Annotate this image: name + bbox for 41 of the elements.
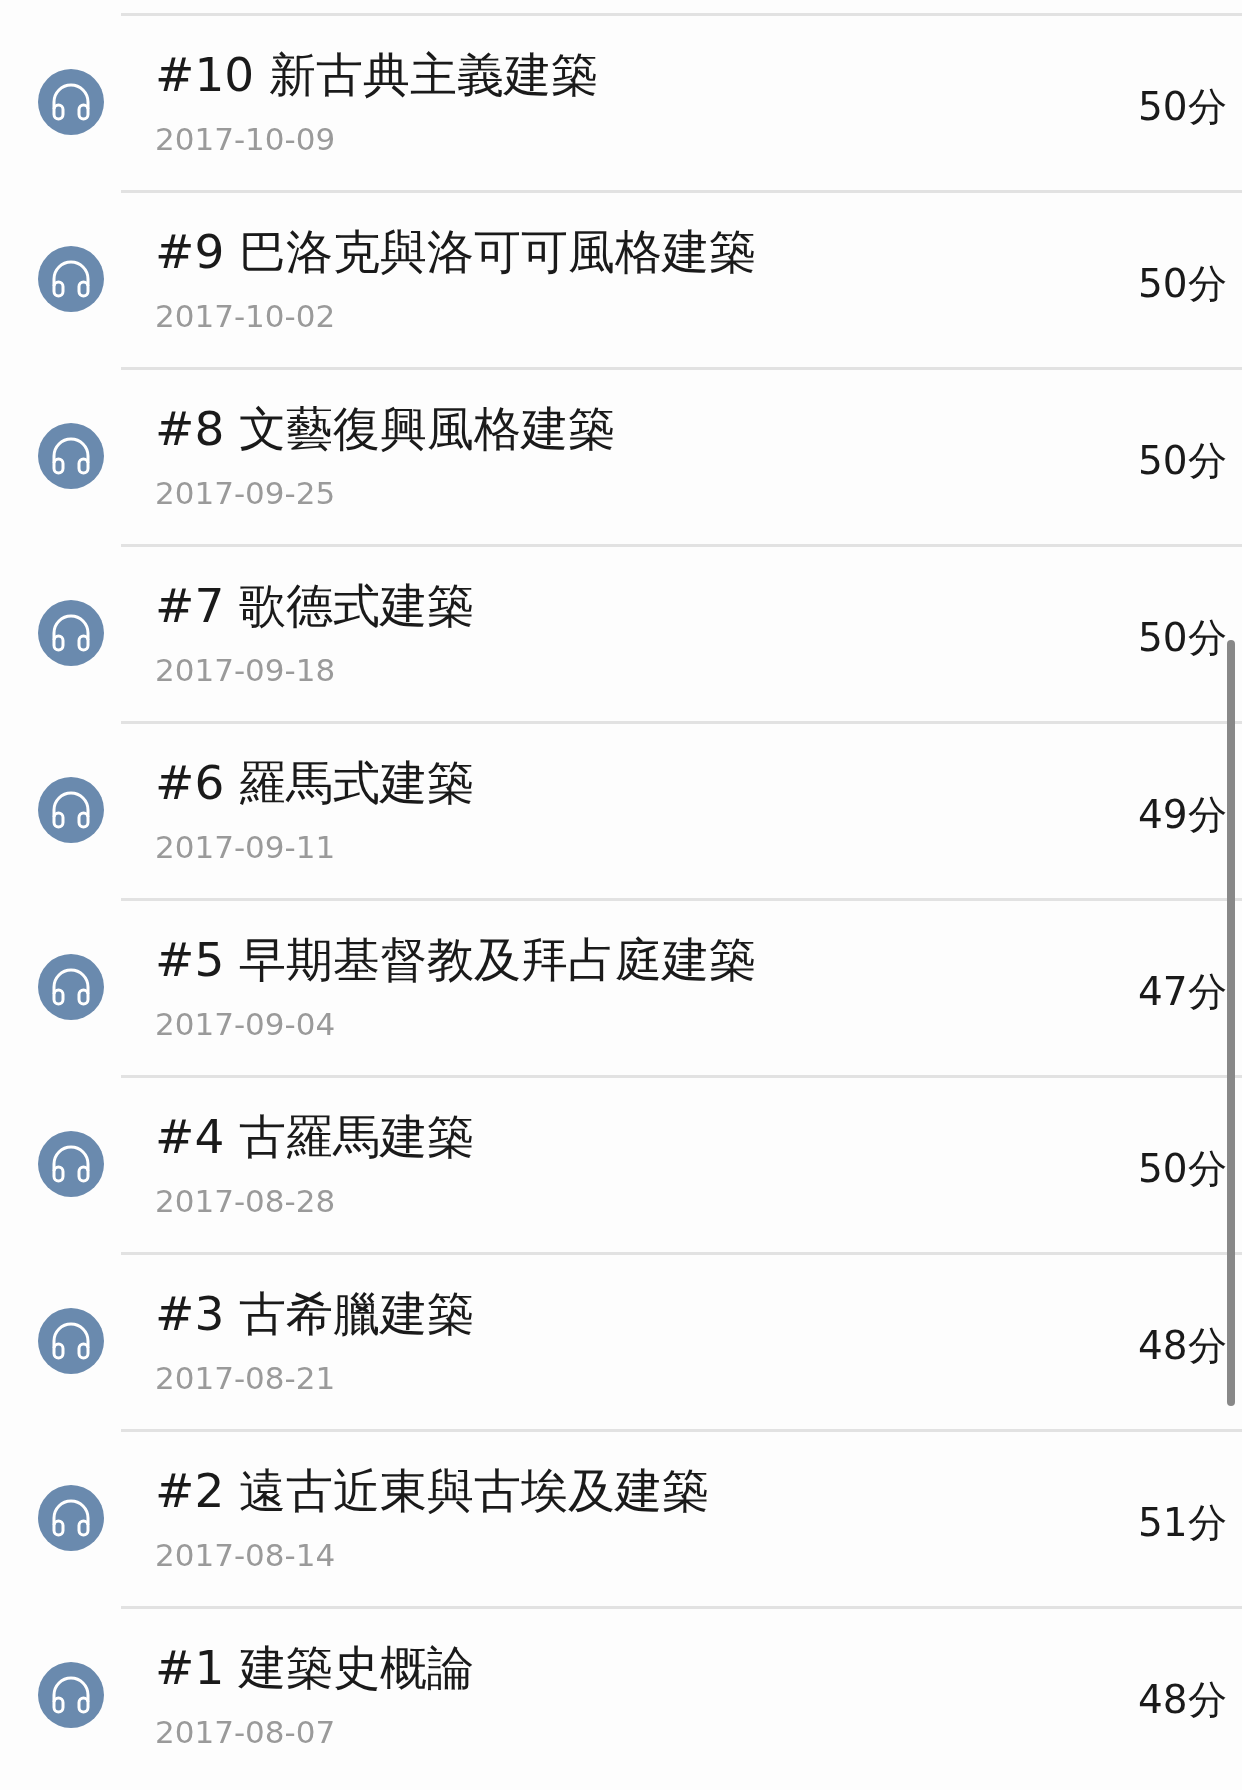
episode-date: 2017-08-14 xyxy=(155,1536,337,1574)
episode-duration: 48分 xyxy=(1138,1677,1227,1722)
episode-title: #6 羅馬式建築 xyxy=(155,754,476,812)
episode-date: 2017-08-21 xyxy=(155,1359,337,1397)
episode-title: #10 新古典主義建築 xyxy=(155,46,600,104)
episode-duration: 50分 xyxy=(1138,1146,1227,1191)
headphones-icon xyxy=(38,1307,104,1374)
episode-duration: 50分 xyxy=(1138,615,1227,660)
headphones-icon xyxy=(38,953,104,1020)
episode-duration: 50分 xyxy=(1138,438,1227,483)
episode-duration: 49分 xyxy=(1138,792,1227,837)
episode-title: #4 古羅馬建築 xyxy=(155,1108,476,1166)
headphones-icon xyxy=(38,599,104,666)
headphones-icon xyxy=(38,1661,104,1728)
episode-date: 2017-09-18 xyxy=(155,651,337,689)
headphones-icon xyxy=(38,1130,104,1197)
episode-title: #8 文藝復興風格建築 xyxy=(155,400,617,458)
episode-title: #2 遠古近東與古埃及建築 xyxy=(155,1462,711,1520)
episode-title: #3 古希臘建築 xyxy=(155,1285,476,1343)
episode-duration: 47分 xyxy=(1138,969,1227,1014)
episode-duration: 48分 xyxy=(1138,1323,1227,1368)
headphones-icon xyxy=(38,1484,104,1551)
scrollbar[interactable] xyxy=(1227,640,1235,1406)
episode-duration: 50分 xyxy=(1138,261,1227,306)
episode-date: 2017-08-28 xyxy=(155,1182,337,1220)
headphones-icon xyxy=(38,776,104,843)
episode-date: 2017-09-11 xyxy=(155,828,337,866)
headphones-icon xyxy=(38,68,104,135)
episode-date: 2017-08-07 xyxy=(155,1713,337,1751)
episode-duration: 50分 xyxy=(1138,84,1227,129)
episode-title: #9 巴洛克與洛可可風格建築 xyxy=(155,223,758,281)
episode-title: #7 歌德式建築 xyxy=(155,577,476,635)
headphones-icon xyxy=(38,422,104,489)
headphones-icon xyxy=(38,245,104,312)
episode-title: #5 早期基督教及拜占庭建築 xyxy=(155,931,758,989)
episode-date: 2017-09-04 xyxy=(155,1005,337,1043)
episode-title: #1 建築史概論 xyxy=(155,1639,476,1697)
episode-date: 2017-10-09 xyxy=(155,120,337,158)
episode-date: 2017-09-25 xyxy=(155,474,337,512)
episode-date: 2017-10-02 xyxy=(155,297,337,335)
episode-duration: 51分 xyxy=(1138,1500,1227,1545)
